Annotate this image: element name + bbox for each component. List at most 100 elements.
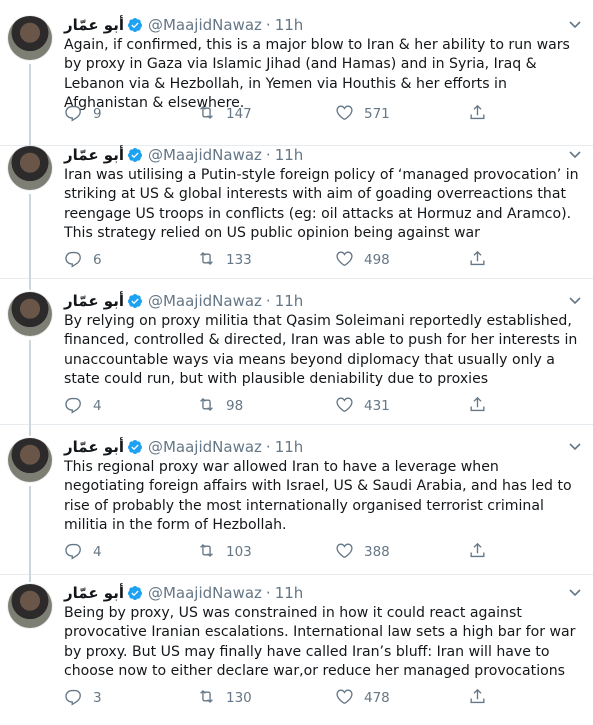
chevron-down-icon[interactable] xyxy=(567,584,583,600)
reply-button[interactable]: 3 xyxy=(64,688,102,708)
timestamp[interactable]: 11h xyxy=(275,291,304,311)
like-count: 498 xyxy=(364,252,390,268)
share-icon xyxy=(468,249,487,272)
thread-line xyxy=(29,276,31,290)
separator-dot: · xyxy=(265,291,271,310)
retweet-count: 133 xyxy=(226,252,252,268)
retweet-icon xyxy=(197,103,216,126)
retweet-button[interactable]: 133 xyxy=(197,250,252,270)
share-icon xyxy=(468,103,487,126)
tweet-header: أبو عمّار @MaajidNawaz · 11h xyxy=(64,14,303,34)
handle[interactable]: @MaajidNawaz xyxy=(148,437,262,457)
retweet-icon xyxy=(197,249,216,272)
tweet-actions: 4 103 388 xyxy=(64,542,494,562)
share-button[interactable] xyxy=(468,542,487,562)
thread-line xyxy=(29,194,31,278)
separator-dot: · xyxy=(265,15,271,34)
share-icon xyxy=(468,687,487,710)
chevron-down-icon[interactable] xyxy=(567,16,583,32)
avatar[interactable] xyxy=(8,292,52,336)
avatar[interactable] xyxy=(8,16,52,60)
tweet[interactable]: أبو عمّار @MaajidNawaz · 11h Being by proxy… xyxy=(0,568,593,725)
timestamp[interactable]: 11h xyxy=(275,583,304,603)
retweet-count: 98 xyxy=(226,398,244,414)
retweet-icon xyxy=(197,541,216,564)
handle[interactable]: @MaajidNawaz xyxy=(148,15,262,35)
retweet-count: 147 xyxy=(226,106,252,122)
tweet-text: Iran was utilising a Putin-style foreign… xyxy=(64,167,579,242)
display-name[interactable]: أبو عمّار xyxy=(64,583,124,603)
avatar[interactable] xyxy=(8,146,52,190)
reply-count: 3 xyxy=(93,690,102,706)
chevron-down-icon[interactable] xyxy=(567,438,583,454)
reply-button[interactable]: 9 xyxy=(64,104,102,124)
like-button[interactable]: 478 xyxy=(335,688,390,708)
chevron-down-icon[interactable] xyxy=(567,292,583,308)
retweet-button[interactable]: 147 xyxy=(197,104,252,124)
handle[interactable]: @MaajidNawaz xyxy=(148,145,262,165)
timestamp[interactable]: 11h xyxy=(275,145,304,165)
share-icon xyxy=(468,395,487,418)
verified-badge-icon xyxy=(127,439,143,455)
like-button[interactable]: 571 xyxy=(335,104,390,124)
reply-count: 9 xyxy=(93,106,102,122)
chevron-down-icon[interactable] xyxy=(567,146,583,162)
share-button[interactable] xyxy=(468,688,487,708)
tweet-text: Being by proxy, US was constrained in ho… xyxy=(64,605,576,680)
like-count: 571 xyxy=(364,106,390,122)
like-button[interactable]: 431 xyxy=(335,396,390,416)
timestamp[interactable]: 11h xyxy=(275,437,304,457)
separator-dot: · xyxy=(265,437,271,456)
retweet-button[interactable]: 98 xyxy=(197,396,243,416)
timestamp[interactable]: 11h xyxy=(275,15,304,35)
reply-icon xyxy=(64,395,83,418)
share-button[interactable] xyxy=(468,250,487,270)
thread-line xyxy=(29,422,31,436)
heart-icon xyxy=(335,395,354,418)
avatar[interactable] xyxy=(8,438,52,482)
share-button[interactable] xyxy=(468,104,487,124)
tweet-actions: 4 98 431 xyxy=(64,396,494,416)
like-button[interactable]: 388 xyxy=(335,542,390,562)
heart-icon xyxy=(335,687,354,710)
reply-count: 4 xyxy=(93,398,102,414)
thread-line xyxy=(29,486,31,570)
reply-count: 6 xyxy=(93,252,102,268)
reply-button[interactable]: 4 xyxy=(64,396,102,416)
retweet-button[interactable]: 103 xyxy=(197,542,252,562)
share-button[interactable] xyxy=(468,396,487,416)
display-name[interactable]: أبو عمّار xyxy=(64,15,124,35)
display-name[interactable]: أبو عمّار xyxy=(64,291,124,311)
like-count: 478 xyxy=(364,690,390,706)
reply-button[interactable]: 6 xyxy=(64,250,102,270)
tweet-text: Again, if confirmed, this is a major blo… xyxy=(64,37,570,112)
handle[interactable]: @MaajidNawaz xyxy=(148,583,262,603)
separator-dot: · xyxy=(265,583,271,602)
tweet-header: أبو عمّار @MaajidNawaz · 11h xyxy=(64,144,303,164)
reply-count: 4 xyxy=(93,544,102,560)
thread-line xyxy=(29,340,31,422)
tweet-actions: 3 130 478 xyxy=(64,688,494,708)
tweet[interactable]: أبو عمّار @MaajidNawaz · 11h By relying on … xyxy=(0,276,593,422)
tweet[interactable]: أبو عمّار @MaajidNawaz · 11h This regional … xyxy=(0,422,593,570)
reply-icon xyxy=(64,103,83,126)
reply-icon xyxy=(64,687,83,710)
share-icon xyxy=(468,541,487,564)
tweet-header: أبو عمّار @MaajidNawaz · 11h xyxy=(64,436,303,456)
verified-badge-icon xyxy=(127,293,143,309)
tweet[interactable]: أبو عمّار @MaajidNawaz · 11h Again, if conf… xyxy=(0,0,593,145)
verified-badge-icon xyxy=(127,585,143,601)
heart-icon xyxy=(335,249,354,272)
reply-button[interactable]: 4 xyxy=(64,542,102,562)
display-name[interactable]: أبو عمّار xyxy=(64,437,124,457)
avatar[interactable] xyxy=(8,584,52,628)
display-name[interactable]: أبو عمّار xyxy=(64,145,124,165)
tweet-text: By relying on proxy militia that Qasim S… xyxy=(64,313,578,388)
handle[interactable]: @MaajidNawaz xyxy=(148,291,262,311)
retweet-count: 103 xyxy=(226,544,252,560)
retweet-button[interactable]: 130 xyxy=(197,688,252,708)
heart-icon xyxy=(335,541,354,564)
tweet[interactable]: أبو عمّار @MaajidNawaz · 11h Iran was utili… xyxy=(0,130,593,278)
tweet-actions: 6 133 498 xyxy=(64,250,494,270)
like-button[interactable]: 498 xyxy=(335,250,390,270)
